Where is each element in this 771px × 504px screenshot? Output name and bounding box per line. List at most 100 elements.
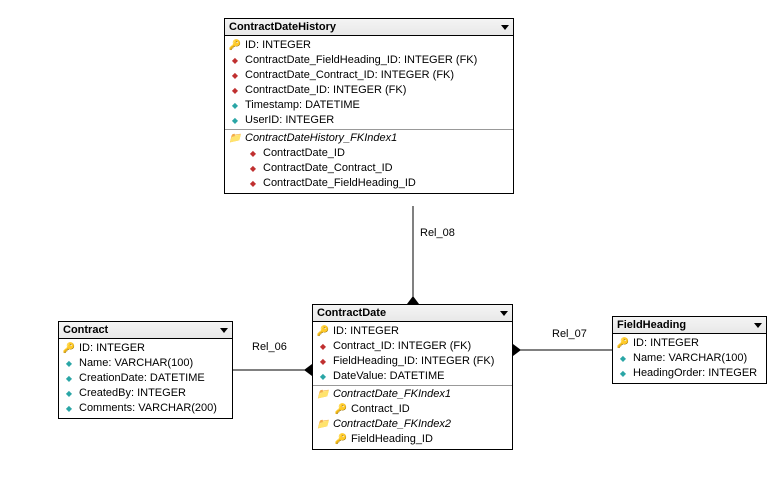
col-text: HeadingOrder: INTEGER bbox=[633, 366, 757, 381]
col-row: ◆ FieldHeading_ID: INTEGER (FK) bbox=[313, 354, 512, 369]
entity-contractdate[interactable]: ContractDate 🔑 ID: INTEGER ◆ Contract_ID: … bbox=[312, 304, 513, 450]
col-icon: ◆ bbox=[617, 366, 629, 381]
index-col-row: 🔑 FieldHeading_ID bbox=[313, 432, 512, 447]
col-text: ID: INTEGER bbox=[333, 324, 399, 339]
col-row: ◆ CreationDate: DATETIME bbox=[59, 371, 232, 386]
index-col: ContractDate_FieldHeading_ID bbox=[263, 176, 416, 191]
col-row: 🔑 ID: INTEGER bbox=[613, 336, 766, 351]
entity-title[interactable]: ContractDate bbox=[313, 305, 512, 322]
rel08-label: Rel_08 bbox=[420, 227, 455, 239]
col-text: ContractDate_Contract_ID: INTEGER (FK) bbox=[245, 68, 454, 83]
col-text: Comments: VARCHAR(200) bbox=[79, 401, 217, 416]
col-row: 🔑 ID: INTEGER bbox=[225, 38, 513, 53]
col-row: ◆ UserID: INTEGER bbox=[225, 113, 513, 128]
col-icon: ◆ bbox=[63, 386, 75, 401]
col-row: 🔑 ID: INTEGER bbox=[313, 324, 512, 339]
col-text: ID: INTEGER bbox=[245, 38, 311, 53]
entity-title[interactable]: FieldHeading bbox=[613, 317, 766, 334]
fk-icon: ◆ bbox=[317, 354, 329, 369]
rel06-label: Rel_06 bbox=[252, 341, 287, 353]
col-text: Name: VARCHAR(100) bbox=[633, 351, 747, 366]
col-row: ◆ Name: VARCHAR(100) bbox=[59, 356, 232, 371]
entity-title-text: Contract bbox=[63, 324, 108, 336]
key-icon: 🔑 bbox=[617, 336, 629, 351]
entity-fieldheading[interactable]: FieldHeading 🔑 ID: INTEGER ◆ Name: VARCHAR… bbox=[612, 316, 767, 384]
col-row: ◆ HeadingOrder: INTEGER bbox=[613, 366, 766, 381]
col-text: Contract_ID: INTEGER (FK) bbox=[333, 339, 471, 354]
col-text: ContractDate_ID: INTEGER (FK) bbox=[245, 83, 406, 98]
index-row: 📁 ContractDate_FKIndex1 bbox=[313, 387, 512, 402]
entity-rows: 🔑 ID: INTEGER ◆ ContractDate_FieldHeading_… bbox=[225, 36, 513, 193]
col-row: 🔑 ID: INTEGER bbox=[59, 341, 232, 356]
col-row: ◆ Comments: VARCHAR(200) bbox=[59, 401, 232, 416]
rel07-label: Rel_07 bbox=[552, 328, 587, 340]
collapse-icon[interactable] bbox=[220, 328, 228, 333]
entity-rows: 🔑ID: INTEGER ◆Contract_ID: INTEGER (FK) … bbox=[313, 322, 512, 449]
entity-contract[interactable]: Contract 🔑 ID: INTEGER ◆ Name: VARCHAR(100… bbox=[58, 321, 233, 419]
col-text: ContractDate_FieldHeading_ID: INTEGER (F… bbox=[245, 53, 477, 68]
index-icon: 📁 bbox=[317, 417, 329, 432]
index-col: Contract_ID bbox=[351, 402, 410, 417]
fk-icon: ◆ bbox=[229, 83, 241, 98]
col-icon: ◆ bbox=[229, 113, 241, 128]
col-text: CreationDate: DATETIME bbox=[79, 371, 205, 386]
entity-title-text: FieldHeading bbox=[617, 319, 686, 331]
fk-icon: ◆ bbox=[247, 176, 259, 191]
col-text: ID: INTEGER bbox=[79, 341, 145, 356]
col-icon: ◆ bbox=[317, 369, 329, 384]
index-col-row: ◆ ContractDate_ID bbox=[225, 146, 513, 161]
key-icon: 🔑 bbox=[229, 38, 241, 53]
fk-icon: ◆ bbox=[317, 339, 329, 354]
entity-contractdatehistory[interactable]: ContractDateHistory 🔑ID: INTEGER ◆Contra… bbox=[224, 18, 514, 194]
index-name: ContractDateHistory_FKIndex1 bbox=[245, 131, 397, 146]
entity-rows: 🔑 ID: INTEGER ◆ Name: VARCHAR(100) ◆ Headin… bbox=[613, 334, 766, 383]
fk-icon: ◆ bbox=[229, 68, 241, 83]
index-col-row: ◆ ContractDate_FieldHeading_ID bbox=[225, 176, 513, 191]
entity-title[interactable]: Contract bbox=[59, 322, 232, 339]
col-row: ◆ Name: VARCHAR(100) bbox=[613, 351, 766, 366]
col-text: UserID: INTEGER bbox=[245, 113, 334, 128]
index-col-row: 🔑 Contract_ID bbox=[313, 402, 512, 417]
col-text: ID: INTEGER bbox=[633, 336, 699, 351]
col-icon: ◆ bbox=[229, 98, 241, 113]
col-icon: ◆ bbox=[617, 351, 629, 366]
col-icon: ◆ bbox=[63, 356, 75, 371]
index-icon: 📁 bbox=[317, 387, 329, 402]
col-row: ◆ ContractDate_Contract_ID: INTEGER (FK) bbox=[225, 68, 513, 83]
index-col: ContractDate_ID bbox=[263, 146, 345, 161]
col-text: FieldHeading_ID: INTEGER (FK) bbox=[333, 354, 494, 369]
col-text: Timestamp: DATETIME bbox=[245, 98, 360, 113]
collapse-icon[interactable] bbox=[500, 311, 508, 316]
index-row: 📁 ContractDate_FKIndex2 bbox=[313, 417, 512, 432]
col-row: ◆ ContractDate_FieldHeading_ID: INTEGER (… bbox=[225, 53, 513, 68]
index-col: FieldHeading_ID bbox=[351, 432, 433, 447]
index-name: ContractDate_FKIndex1 bbox=[333, 387, 451, 402]
key-icon: 🔑 bbox=[317, 324, 329, 339]
entity-title-text: ContractDate bbox=[317, 307, 386, 319]
index-name: ContractDate_FKIndex2 bbox=[333, 417, 451, 432]
index-col-row: ◆ ContractDate_Contract_ID bbox=[225, 161, 513, 176]
collapse-icon[interactable] bbox=[501, 25, 509, 30]
fk-icon: ◆ bbox=[229, 53, 241, 68]
entity-rows: 🔑 ID: INTEGER ◆ Name: VARCHAR(100) ◆ Creati… bbox=[59, 339, 232, 418]
col-icon: ◆ bbox=[63, 401, 75, 416]
col-row: ◆ ContractDate_ID: INTEGER (FK) bbox=[225, 83, 513, 98]
key-icon: 🔑 bbox=[335, 432, 347, 447]
key-icon: 🔑 bbox=[63, 341, 75, 356]
col-text: CreatedBy: INTEGER bbox=[79, 386, 186, 401]
index-icon: 📁 bbox=[229, 131, 241, 146]
collapse-icon[interactable] bbox=[754, 323, 762, 328]
fk-icon: ◆ bbox=[247, 146, 259, 161]
col-row: ◆ CreatedBy: INTEGER bbox=[59, 386, 232, 401]
index-col: ContractDate_Contract_ID bbox=[263, 161, 393, 176]
col-row: ◆ DateValue: DATETIME bbox=[313, 369, 512, 384]
fk-icon: ◆ bbox=[247, 161, 259, 176]
col-text: Name: VARCHAR(100) bbox=[79, 356, 193, 371]
col-row: ◆ Timestamp: DATETIME bbox=[225, 98, 513, 113]
index-row: 📁 ContractDateHistory_FKIndex1 bbox=[225, 131, 513, 146]
entity-title[interactable]: ContractDateHistory bbox=[225, 19, 513, 36]
col-text: DateValue: DATETIME bbox=[333, 369, 444, 384]
entity-title-text: ContractDateHistory bbox=[229, 21, 336, 33]
col-icon: ◆ bbox=[63, 371, 75, 386]
key-icon: 🔑 bbox=[335, 402, 347, 417]
